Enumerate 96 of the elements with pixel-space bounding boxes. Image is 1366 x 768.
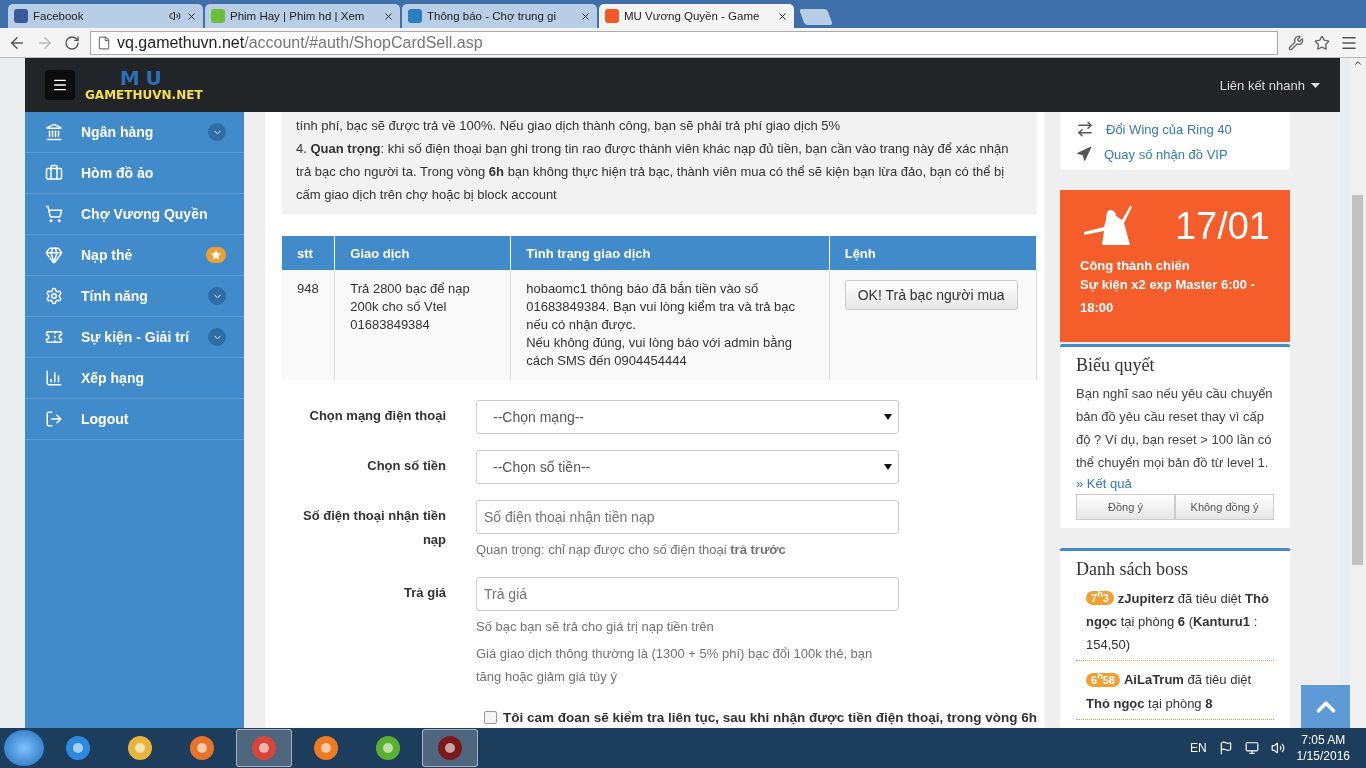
caret-icon [208, 328, 226, 346]
caret-icon [208, 123, 226, 141]
vote-button[interactable]: Không đồng ý [1175, 493, 1274, 520]
favicon-icon [14, 9, 28, 23]
clock[interactable]: 7:05 AM 1/15/2016 [1296, 732, 1350, 764]
results-link[interactable]: » Kết quả [1076, 475, 1132, 491]
status-text: hobaomc1 thông báo đã bắn tiền vào số 01683849384. Bạn vui lòng kiểm tra và trả bạc nếu có nhận được. [526, 280, 797, 334]
new-tab-button[interactable] [799, 9, 833, 25]
favicon-icon [211, 9, 225, 23]
sidebar-item[interactable]: Tính năng [25, 276, 244, 317]
input-field[interactable]: Trả giá [476, 577, 899, 611]
app-icon [64, 734, 92, 762]
app-icon [188, 734, 216, 762]
favicon-icon [605, 9, 619, 23]
column-header: stt [282, 236, 335, 270]
language-indicator[interactable]: EN [1189, 741, 1207, 755]
poll-title: Biểu quyết [1076, 354, 1156, 376]
reload-icon[interactable] [64, 34, 80, 51]
app-icon [312, 734, 340, 762]
close-icon[interactable] [580, 10, 591, 22]
column-header: Tình trạng giao dịch [510, 236, 830, 270]
cart-icon [45, 205, 63, 223]
caret-icon [884, 414, 892, 420]
gears-icon [45, 287, 63, 305]
field-label: Trả giá [403, 584, 446, 602]
volume-icon[interactable] [1270, 741, 1285, 755]
table-cell: 948 [282, 270, 335, 380]
logo-text: GAMETHUVN.NET [85, 88, 203, 102]
help-text: Quan trọng: chỉ nạp được cho số điện thoại trả trước [476, 541, 787, 559]
table-cell: Trả 2800 bạc để nạp 200k cho số Vtel 01683849384 [334, 270, 511, 380]
field-label: Chọn số tiền [366, 457, 446, 475]
logo-mark: MU [119, 68, 168, 88]
browser-tab[interactable]: Facebook [8, 4, 203, 28]
navigation-icon [1076, 146, 1092, 162]
star-icon [206, 247, 226, 263]
start-button[interactable] [4, 730, 44, 766]
menu-icon [52, 77, 68, 93]
browser-tab[interactable]: MU Vương Quyền - Game [599, 4, 794, 28]
select-field[interactable]: --Chọn mạng-- [476, 400, 899, 434]
caret-icon [1311, 82, 1320, 88]
app-icon [250, 734, 278, 762]
bookmark-icon[interactable] [1314, 34, 1330, 51]
flag-icon[interactable] [1218, 741, 1233, 755]
checkbox-label: Tôi cam đoan sẽ kiểm tra liên tục, sau khi nhận được tiền điện thoại, trong vòng 6h [503, 710, 1037, 725]
diamond-icon [45, 246, 63, 264]
column-header: Lệnh [829, 236, 1037, 270]
address-bar[interactable]: vq.gamethuvn.net/account/#auth/ShopCardSell.asp [90, 30, 1278, 55]
confirm-button[interactable]: OK! Trả bạc người mua [844, 280, 1018, 310]
bank-icon [45, 123, 63, 141]
logout-icon [45, 410, 63, 428]
boss-title: Danh sách boss [1076, 558, 1189, 580]
close-icon[interactable] [777, 10, 788, 22]
field-label: Chọn mạng điện thoại [308, 407, 446, 425]
swap-icon [1076, 120, 1094, 138]
taskbar-app[interactable] [422, 729, 478, 767]
app-icon [126, 734, 154, 762]
network-icon[interactable] [1244, 741, 1259, 755]
notice-text: tính phí, bạc sẽ được trả về 100%. Nếu giao dịch thành công, bạn sẽ phải trả phí giao dịch 5% [296, 117, 842, 135]
select-field[interactable]: --Chọn số tiền-- [476, 450, 899, 484]
column-header: Giao dịch [334, 236, 511, 270]
event-date: 17/01 [1174, 204, 1270, 248]
poll-question: Bạn nghĩ sao nếu yêu cầu chuyển bản đồ yêu cầu reset thay vì cấp độ ? Ví dụ, bạn reset > 100 lần có thể chuyển mọi bản đồ từ level 1. [1076, 384, 1274, 472]
checkbox[interactable] [484, 711, 497, 724]
app-icon [374, 734, 402, 762]
browser-tab[interactable]: Thông báo - Chợ trung gi [402, 4, 597, 28]
vote-button[interactable]: Đồng ý [1076, 493, 1175, 520]
close-icon[interactable] [383, 10, 394, 22]
field-label: Số điện thoại nhận tiền nạp [302, 507, 446, 549]
quick-link[interactable]: Đổi Wing của Ring 40 [1076, 120, 1274, 138]
menu-button[interactable] [45, 70, 75, 100]
event-title: Công thành chiến [1080, 258, 1191, 273]
help-text: Số bạc bạn sẽ trả cho giá trị nạp tiền trên [476, 618, 715, 636]
app-icon [436, 734, 464, 762]
scroll-top-button[interactable] [1301, 685, 1350, 728]
sidebar-item[interactable]: Nạp thẻ [25, 235, 244, 276]
sidebar-item[interactable]: Sự kiện - Giải trí [25, 317, 244, 358]
caret-icon [208, 287, 226, 305]
sidebar-item[interactable]: Ngân hàng [25, 112, 244, 153]
scroll-up-icon[interactable] [1352, 58, 1363, 68]
quick-links-menu[interactable]: Liên kết nhanh [1219, 77, 1320, 93]
favicon-icon [408, 9, 422, 23]
status-text: Nếu không đúng, vui lòng báo với admin bằng cách SMS đến 0904454444 [526, 334, 794, 370]
caret-icon [884, 464, 892, 470]
briefcase-icon [45, 164, 63, 182]
ticket-icon [45, 328, 63, 346]
notice-text: 4. Quan trọng: khi số điện thoại bạn ghi trong tin rao được thành viên khác nạp đủ tiền, bạn cần vào trang này để xác nhận trả bạc cho người ta. Trong vòng 6h bạn không thực hiện trả bạc, thành viên mua có thể sẽ kiện bạn lừa đảo, bạn có thể bị cấm giao dịch trên chợ hoặc bị block account [296, 140, 1010, 204]
help-text: Giá giao dịch thông thường là (1300 + 5% phí) bạc đổi 100k thẻ, bạn tăng hoặc giảm giá tùy ý [476, 645, 874, 686]
event-detail: Sự kiện x2 exp Master 6:00 - 18:00 [1080, 276, 1256, 317]
wrench-icon[interactable] [1288, 34, 1304, 51]
browser-tab[interactable]: Phim Hay | Phim hd | Xem [205, 4, 400, 28]
input-field[interactable]: Số điện thoại nhận tiền nạp [476, 500, 899, 534]
quick-link[interactable]: Quay số nhận đồ VIP [1076, 146, 1274, 162]
page-icon [97, 35, 111, 50]
close-icon[interactable] [186, 10, 197, 22]
bar-chart-icon [45, 369, 63, 387]
scrollbar[interactable] [1349, 58, 1366, 728]
